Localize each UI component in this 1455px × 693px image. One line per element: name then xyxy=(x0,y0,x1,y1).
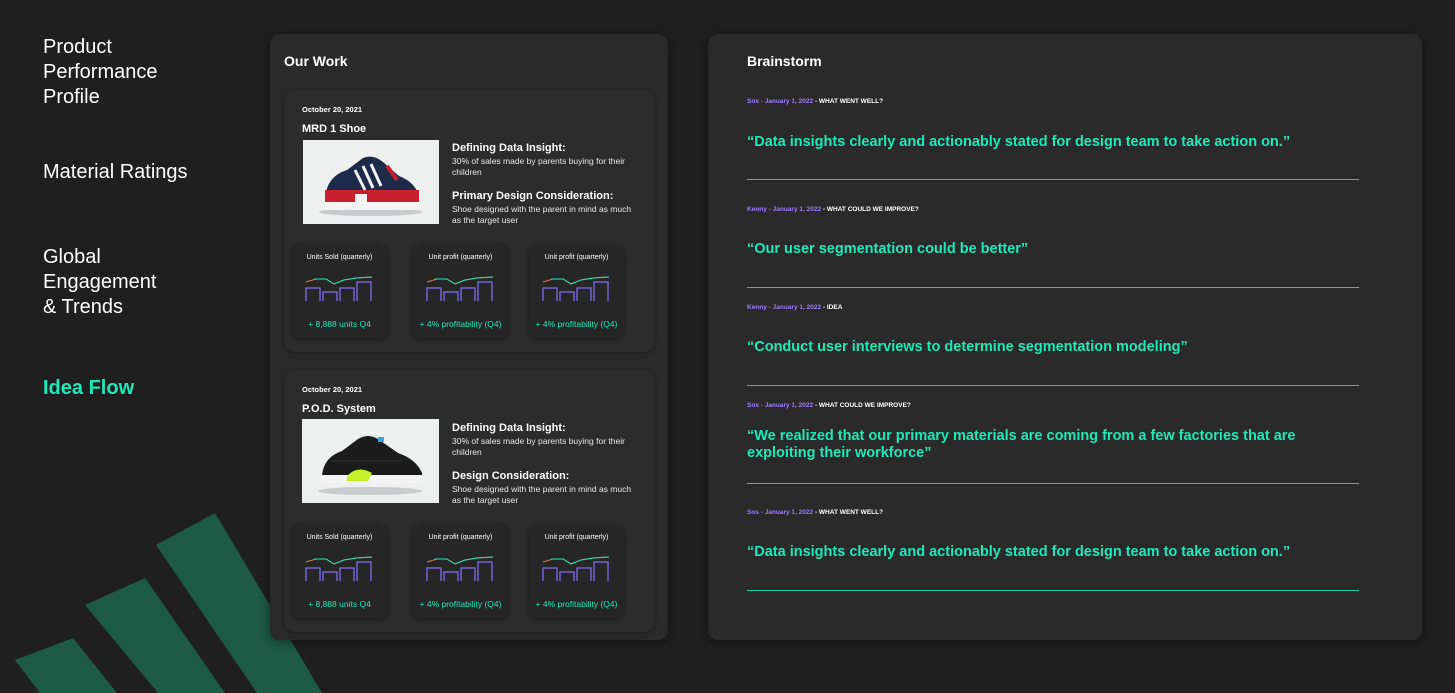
metric-stat: + 4% profitability (Q4) xyxy=(535,599,618,609)
entry-divider xyxy=(747,483,1359,484)
metric-title: Unit profit (quarterly) xyxy=(428,534,493,541)
metric-title: Units Sold (quarterly) xyxy=(306,534,373,541)
entry-meta: Kenny - January 1, 2022 - IDEA xyxy=(747,304,843,311)
entry-category: WHAT COULD WE IMPROVE? xyxy=(826,206,919,213)
product-date: October 20, 2021 xyxy=(302,385,363,394)
consideration-heading: Design Consideration: xyxy=(452,470,570,482)
metric-stat: + 4% profitability (Q4) xyxy=(419,319,502,329)
mini-bar-chart xyxy=(305,556,373,581)
metric-card-units-sold[interactable]: Units Sold (quarterly) + 8,888 units Q4 xyxy=(292,525,387,618)
metric-title: Units Sold (quarterly) xyxy=(306,254,373,261)
nav-item-idea-flow[interactable]: Idea Flow xyxy=(43,376,134,401)
our-work-title: Our Work xyxy=(284,53,348,69)
entry-meta: Sos - January 1, 2022 - WHAT WENT WELL? xyxy=(747,98,884,105)
brainstorm-entry[interactable]: Sos - January 1, 2022 - WHAT WENT WELL? … xyxy=(747,98,1359,180)
mini-bar-chart xyxy=(426,276,494,301)
metric-card-unit-profit[interactable]: Unit profit (quarterly) + 4% profitabili… xyxy=(529,525,624,618)
entry-quote: “Data insights clearly and actionably st… xyxy=(747,544,1291,560)
consideration-heading: Primary Design Consideration: xyxy=(452,190,614,202)
entry-category: WHAT WENT WELL? xyxy=(818,509,884,516)
entry-meta: Sos - January 1, 2022 - WHAT COULD WE IM… xyxy=(747,402,911,409)
nav-item-material-ratings[interactable]: Material Ratings xyxy=(43,160,188,185)
brainstorm-title: Brainstorm xyxy=(747,53,822,69)
insight-heading: Defining Data Insight: xyxy=(452,142,566,154)
metric-title: Unit profit (quarterly) xyxy=(544,254,609,261)
metric-stat: + 4% profitability (Q4) xyxy=(419,599,502,609)
entry-quote: “We realized that our primary materials … xyxy=(747,428,1296,461)
metric-card-unit-profit[interactable]: Unit profit (quarterly) + 4% profitabili… xyxy=(413,525,508,618)
product-date: October 20, 2021 xyxy=(302,105,363,114)
consideration-text: Shoe designed with the parent in mind as… xyxy=(452,484,632,505)
insight-text: 30% of sales made by parents buying for … xyxy=(452,436,625,457)
metric-card-units-sold[interactable]: Units Sold (quarterly) + 8,888 units Q4 xyxy=(292,245,387,338)
entry-meta: Sos - January 1, 2022 - WHAT WENT WELL? xyxy=(747,509,884,516)
product-image-sneaker xyxy=(302,419,439,503)
product-name: MRD 1 Shoe xyxy=(302,123,367,135)
nav-item-global-engagement-trends[interactable]: Global Engagement & Trends xyxy=(43,245,156,320)
entry-author: Sos - January 1, 2022 xyxy=(747,402,814,409)
brainstorm-entry[interactable]: Sos - January 1, 2022 - WHAT COULD WE IM… xyxy=(747,402,1359,484)
entry-divider xyxy=(747,287,1359,288)
mini-bar-chart xyxy=(542,276,610,301)
metric-stat: + 8,888 units Q4 xyxy=(308,319,371,329)
entry-author: Kenny - January 1, 2022 xyxy=(747,206,822,213)
our-work-panel: Our Work October 20, 2021 MRD 1 Shoe Def… xyxy=(270,34,668,640)
entry-author: Sos - January 1, 2022 xyxy=(747,98,814,105)
consideration-text: Shoe designed with the parent in mind as… xyxy=(452,204,632,225)
product-image-sneaker xyxy=(303,140,439,224)
brainstorm-entry[interactable]: Kenny - January 1, 2022 - IDEA “Conduct … xyxy=(747,304,1359,386)
metric-stat: + 8,888 units Q4 xyxy=(308,599,371,609)
entry-quote: “Our user segmentation could be better” xyxy=(747,241,1029,257)
metric-title: Unit profit (quarterly) xyxy=(544,534,609,541)
entry-divider xyxy=(747,590,1359,591)
mini-bar-chart xyxy=(426,556,494,581)
entry-quote: “Data insights clearly and actionably st… xyxy=(747,134,1291,150)
entry-quote: “Conduct user interviews to determine se… xyxy=(747,339,1188,355)
brainstorm-panel: Brainstorm Sos - January 1, 2022 - WHAT … xyxy=(708,34,1422,640)
entry-divider xyxy=(747,179,1359,180)
mini-bar-chart xyxy=(542,556,610,581)
product-card-mrd1[interactable]: October 20, 2021 MRD 1 Shoe Defining Dat… xyxy=(285,90,654,352)
brainstorm-entry[interactable]: Sos - January 1, 2022 - WHAT WENT WELL? … xyxy=(747,509,1359,591)
entry-meta: Kenny - January 1, 2022 - WHAT COULD WE … xyxy=(747,206,919,213)
entry-category: WHAT WENT WELL? xyxy=(818,98,884,105)
insight-heading: Defining Data Insight: xyxy=(452,422,566,434)
insight-text: 30% of sales made by parents buying for … xyxy=(452,156,625,177)
metric-card-unit-profit[interactable]: Unit profit (quarterly) + 4% profitabili… xyxy=(529,245,624,338)
metric-stat: + 4% profitability (Q4) xyxy=(535,319,618,329)
metric-title: Unit profit (quarterly) xyxy=(428,254,493,261)
entry-divider xyxy=(747,385,1359,386)
product-card-pod-system[interactable]: October 20, 2021 P.O.D. System Defining … xyxy=(285,370,654,632)
entry-category: IDEA xyxy=(826,304,843,311)
brainstorm-entry[interactable]: Kenny - January 1, 2022 - WHAT COULD WE … xyxy=(747,206,1359,288)
nav-item-product-performance-profile[interactable]: Product Performance Profile xyxy=(43,35,158,110)
mini-bar-chart xyxy=(305,276,373,301)
product-name: P.O.D. System xyxy=(302,403,376,415)
entry-category: WHAT COULD WE IMPROVE? xyxy=(818,402,911,409)
entry-author: Kenny - January 1, 2022 xyxy=(747,304,822,311)
entry-author: Sos - January 1, 2022 xyxy=(747,509,814,516)
metric-card-unit-profit[interactable]: Unit profit (quarterly) + 4% profitabili… xyxy=(413,245,508,338)
